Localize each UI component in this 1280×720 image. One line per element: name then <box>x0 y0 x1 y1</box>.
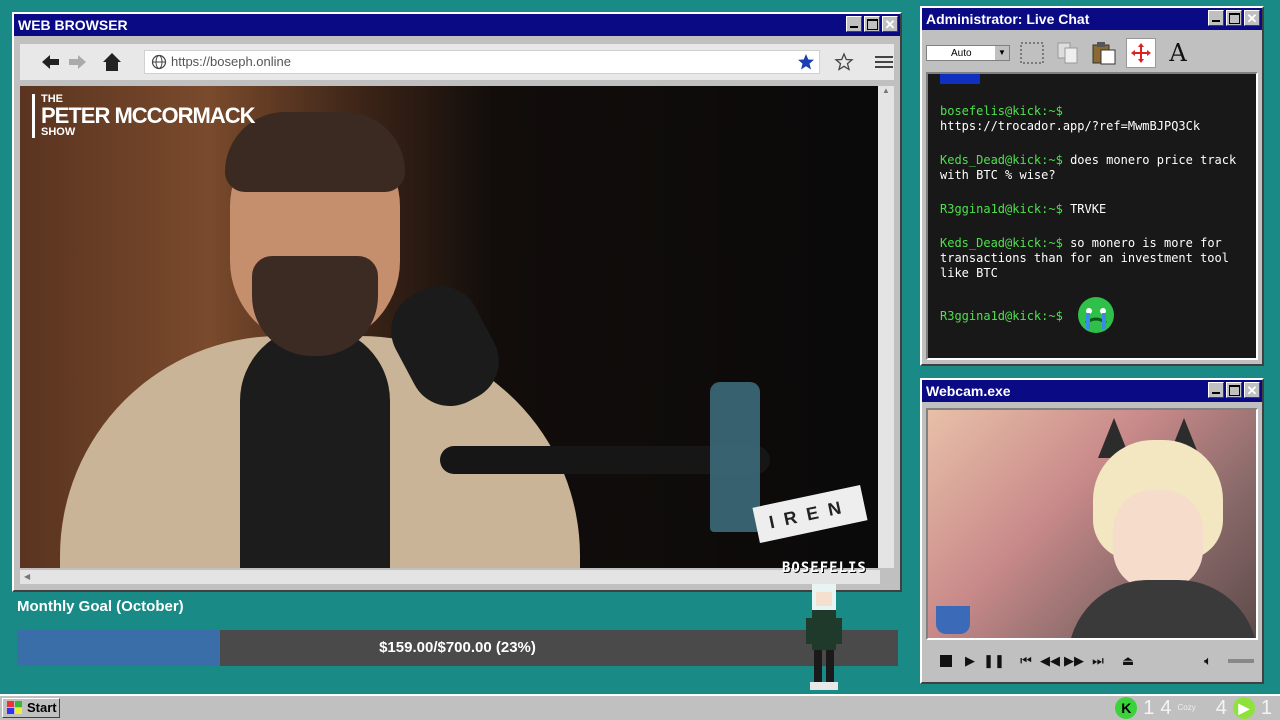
close-button[interactable]: ✕ <box>1244 10 1260 26</box>
close-button[interactable]: ✕ <box>1244 382 1260 398</box>
play-icon[interactable]: ▶ <box>960 651 980 671</box>
skip-previous-icon[interactable]: ⏮ <box>1016 651 1036 671</box>
pause-icon[interactable]: ❚❚ <box>983 651 1005 671</box>
avatar-face <box>1113 490 1203 590</box>
scroll-left-arrow-icon[interactable]: ◀ <box>20 570 880 584</box>
maximize-button[interactable] <box>1226 382 1242 398</box>
goal-label: Monthly Goal (October) <box>17 598 184 615</box>
close-button[interactable]: ✕ <box>882 16 898 32</box>
maximize-button[interactable] <box>864 16 880 32</box>
fast-forward-icon[interactable]: ▶▶ <box>1064 651 1084 671</box>
tray-count: 4 <box>1160 696 1172 719</box>
chat-username: R3ggina1d@kick:~$ <box>940 309 1063 323</box>
chat-toolbar: Auto ▼ A <box>926 36 1258 70</box>
skip-next-icon[interactable]: ⏭ <box>1088 651 1108 671</box>
webcam-titlebar[interactable]: Webcam.exe ✕ <box>922 380 1262 402</box>
webcam-title: Webcam.exe <box>926 383 1011 399</box>
emote-partial <box>940 74 980 84</box>
vertical-scrollbar[interactable]: ▲ <box>878 86 894 568</box>
font-size-select[interactable]: Auto ▼ <box>926 45 1010 61</box>
back-arrow-icon[interactable] <box>38 50 62 74</box>
font-icon[interactable]: A <box>1164 39 1192 67</box>
home-icon[interactable] <box>100 50 124 74</box>
browser-titlebar[interactable]: WEB BROWSER ✕ <box>14 14 900 36</box>
play-circle-icon[interactable]: ▶ <box>1232 697 1255 719</box>
volume-slider[interactable] <box>1228 659 1254 663</box>
eject-icon[interactable]: ⏏ <box>1118 651 1138 671</box>
tray-count: 1 <box>1260 696 1272 719</box>
chat-username: Keds_Dead@kick:~$ <box>940 153 1063 167</box>
chat-message: Keds_Dead@kick:~$ does monero price trac… <box>940 153 1240 183</box>
tray-count: 1 <box>1143 696 1155 719</box>
horizontal-scrollbar[interactable]: ◀ <box>20 570 880 584</box>
browser-window: WEB BROWSER ✕ https://boseph.online THE … <box>12 12 902 592</box>
chat-window: Administrator: Live Chat ✕ Auto ▼ A bose… <box>920 6 1264 366</box>
show-logo: THE PETER MCCORMACK SHOW <box>32 94 256 138</box>
copy-icon[interactable] <box>1054 39 1082 67</box>
favorites-star-icon[interactable] <box>832 50 856 74</box>
stop-icon[interactable] <box>936 651 956 671</box>
browser-title: WEB BROWSER <box>18 17 128 33</box>
media-controls: ▶ ❚❚ ⏮ ◀◀ ▶▶ ⏭ ⏏ 🔈︎ <box>926 646 1258 676</box>
video-player[interactable]: THE PETER MCCORMACK SHOW IREN <box>20 86 880 568</box>
streamer-name-tag: BOSEFELIS <box>782 560 867 576</box>
volume-icon[interactable]: 🔈︎ <box>1198 651 1218 671</box>
tray-count: 4 <box>1215 696 1227 719</box>
sponsor-sign: IREN <box>752 484 868 544</box>
webcam-window: Webcam.exe ✕ ▶ ❚❚ ⏮ ◀◀ ▶▶ ⏭ ⏏ 🔈︎ <box>920 378 1264 684</box>
chat-message: R3ggina1d@kick:~$ TRVKE <box>940 202 1240 217</box>
webcam-view <box>926 408 1258 640</box>
address-bar[interactable]: https://boseph.online <box>144 50 820 74</box>
chat-title: Administrator: Live Chat <box>926 11 1090 27</box>
select-rectangle-icon[interactable] <box>1018 39 1046 67</box>
rewind-icon[interactable]: ◀◀ <box>1040 651 1060 671</box>
url-text: https://boseph.online <box>171 54 291 69</box>
chat-text: https://trocador.app/?ref=MwmBJPQ3Ck <box>940 119 1201 133</box>
forward-arrow-icon[interactable] <box>66 50 90 74</box>
minimize-button[interactable] <box>846 16 862 32</box>
maximize-button[interactable] <box>1226 10 1242 26</box>
globe-icon <box>151 54 167 77</box>
dropdown-arrow-icon: ▼ <box>995 46 1009 60</box>
chat-titlebar[interactable]: Administrator: Live Chat ✕ <box>922 8 1262 30</box>
windows-logo-icon <box>7 701 23 720</box>
menu-icon[interactable] <box>872 50 896 74</box>
scroll-up-arrow-icon[interactable]: ▲ <box>878 86 894 95</box>
crying-emote-icon <box>1074 295 1118 339</box>
bookmark-star-filled-icon[interactable] <box>797 53 815 78</box>
video-person-shirt <box>240 326 390 568</box>
goal-progress-bar: $159.00/$700.00 (23%) <box>17 630 898 666</box>
chat-message: bosefelis@kick:~$ https://trocador.app/?… <box>940 104 1240 134</box>
minimize-button[interactable] <box>1208 10 1224 26</box>
kick-logo-icon[interactable]: K <box>1115 697 1138 719</box>
goal-progress-text: $159.00/$700.00 (23%) <box>379 639 536 656</box>
chat-username: Keds_Dead@kick:~$ <box>940 236 1063 250</box>
minimize-button[interactable] <box>1208 382 1224 398</box>
mug <box>936 606 970 634</box>
chat-message: R3ggina1d@kick:~$ <box>940 297 1240 333</box>
chat-username: bosefelis@kick:~$ <box>940 104 1063 118</box>
chat-text: TRVKE <box>1070 202 1107 216</box>
tray-small-label: Cozy <box>1177 703 1196 712</box>
taskbar: Start K 1 4 Cozy 4 ▶ 1 <box>0 694 1280 720</box>
browser-navbar: https://boseph.online <box>20 44 894 80</box>
chat-messages[interactable]: bosefelis@kick:~$ https://trocador.app/?… <box>926 72 1258 360</box>
chat-username: R3ggina1d@kick:~$ <box>940 202 1063 216</box>
move-icon[interactable] <box>1126 38 1156 68</box>
avatar-jacket <box>1068 580 1256 638</box>
paste-icon[interactable] <box>1090 39 1118 67</box>
system-tray: K 1 4 Cozy 4 ▶ 1 <box>1115 696 1272 720</box>
start-button[interactable]: Start <box>2 698 60 718</box>
chat-message: Keds_Dead@kick:~$ so monero is more for … <box>940 236 1240 281</box>
pixel-character-sprite <box>806 584 842 690</box>
